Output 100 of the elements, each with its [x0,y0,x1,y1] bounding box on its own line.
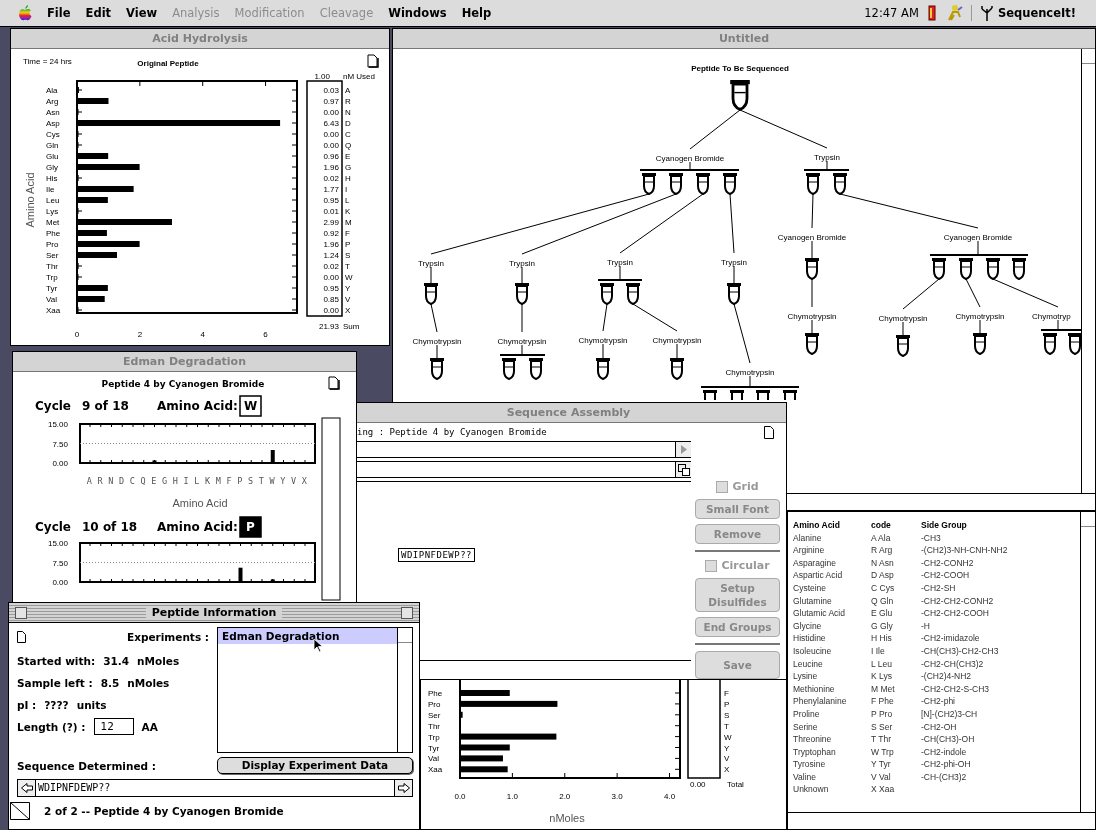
unit-label: nMoles [137,654,180,667]
treatment-label: Chymotrypsin [652,336,702,345]
category-label: P [237,476,244,486]
category-label: Phe [46,229,61,238]
menu-item[interactable]: Windows [388,6,447,20]
connector-line [811,240,813,259]
scrollbar[interactable] [1080,512,1095,812]
tick-label: 15.00 [47,539,68,548]
category-label: Glu [46,152,59,161]
menu-item[interactable]: File [47,6,71,20]
bar [78,252,117,258]
input-field[interactable]: 12 [93,718,134,735]
table-cell-text: Arginine [793,545,826,558]
connector-line [430,303,438,333]
input-field[interactable] [354,441,691,458]
menu-item[interactable]: Edit [85,6,112,20]
display-data-button[interactable]: Display Experiment Data [217,757,413,774]
test-tube-icon [430,358,444,380]
table-cell-text: N Asn [871,557,895,570]
amino-code: M [345,218,352,227]
treatment-label: Chymotryp [1032,312,1071,321]
treatment-label: Chymotrypsin [412,337,462,346]
axis-label: Amino Acid [172,497,228,509]
tick-label: 0 [74,330,80,339]
zoom-box[interactable] [401,606,413,619]
category-label: Thr [428,721,440,731]
bar [78,153,109,159]
total-value: 21.93 [318,322,339,331]
test-tube-icon [723,173,737,195]
menu-item[interactable]: Help [461,6,492,20]
table-cell-text: -(CH2)3-NH-CNH-NH2 [921,545,1009,558]
table-cell-text: Glutamine [793,595,833,608]
treatment-label: Cyanogen Bromide [943,233,1013,242]
amino-code: K [345,207,351,216]
treatment-label: Trypsin [814,153,840,162]
amino-acid-label: Amino Acid: [157,399,238,413]
fragment-box[interactable]: WDIPNFDEWP?? [398,548,476,562]
test-tube-icon [730,80,750,111]
category-label: Pro [428,699,441,709]
category-label: Thr [46,262,58,271]
table-cell-text: M Met [871,683,896,696]
category-label: Trp [428,732,440,742]
used-amount: 1.00 [314,72,330,81]
test-tube-icon [596,358,610,380]
amount-value: 0.95 [323,196,339,205]
amino-code: R [345,97,351,106]
total-label: Sum [343,322,360,331]
document-icon[interactable] [328,376,340,390]
test-tube-icon [756,390,770,401]
arrow-button[interactable] [675,442,691,457]
amount-value: 0.00 [323,141,339,150]
treatment-label: Cyanogen Bromide [655,154,725,163]
bar [78,230,107,236]
table-cell-text: R Arg [871,545,894,558]
total-value: 0.00 [690,780,706,789]
connector-line [902,321,904,336]
category-label: V [290,476,298,486]
app-menu[interactable]: SequenceIt! [970,5,1076,21]
amino-code: W [724,732,732,742]
table-cell-text: Cysteine [793,582,828,595]
amino-acid-box: W [239,395,262,417]
menu-item[interactable]: View [126,6,158,20]
document-icon[interactable] [367,54,379,68]
tick-label: 2.0 [559,792,571,801]
bar [238,567,243,582]
cycle-number: 9 of 18 [82,399,129,413]
scrollbar[interactable] [397,628,412,752]
bar [78,164,140,170]
scrollbar[interactable] [1081,49,1095,493]
category-label: Ser [428,710,441,720]
table-cell-text: V Val [871,771,892,784]
resize-button[interactable] [675,462,691,477]
input-field[interactable] [354,461,691,478]
amino-code: V [345,295,351,304]
list-item[interactable]: Edman Degradation [218,628,397,644]
amino-code: H [345,174,351,183]
amino-code: P [724,699,730,709]
sequence-field[interactable]: WDIPNFDEWP?? [17,779,413,797]
category-label: Gln [46,141,59,150]
amount-value: 1.96 [323,240,339,249]
close-box[interactable] [15,606,27,619]
amount-value: 1.96 [323,163,339,172]
scrollbar[interactable] [321,417,341,601]
category-label: Trp [46,273,58,282]
category-label: L [194,476,201,486]
test-tube-icon [1068,333,1081,355]
field-label: Sequence Determined : [17,759,157,772]
table-cell-text: [N]-(CH2)3-CH [921,708,979,721]
right-arrow-icon [680,445,687,454]
category-label: I [183,476,191,486]
category-label: Pro [46,240,59,249]
treatment-label: Chymotrypsin [725,368,775,377]
table-cell-text: -CH2-phi [921,696,956,709]
field-label: Sample left : [17,676,93,689]
treatment-label: Chymotrypsin [578,336,628,345]
amino-code: Y [345,284,351,293]
axis-label: nMoles [549,812,585,824]
table-cell-text: Methionine [793,683,836,696]
amount-value: 0.00 [323,306,339,315]
connector-line [619,265,621,280]
